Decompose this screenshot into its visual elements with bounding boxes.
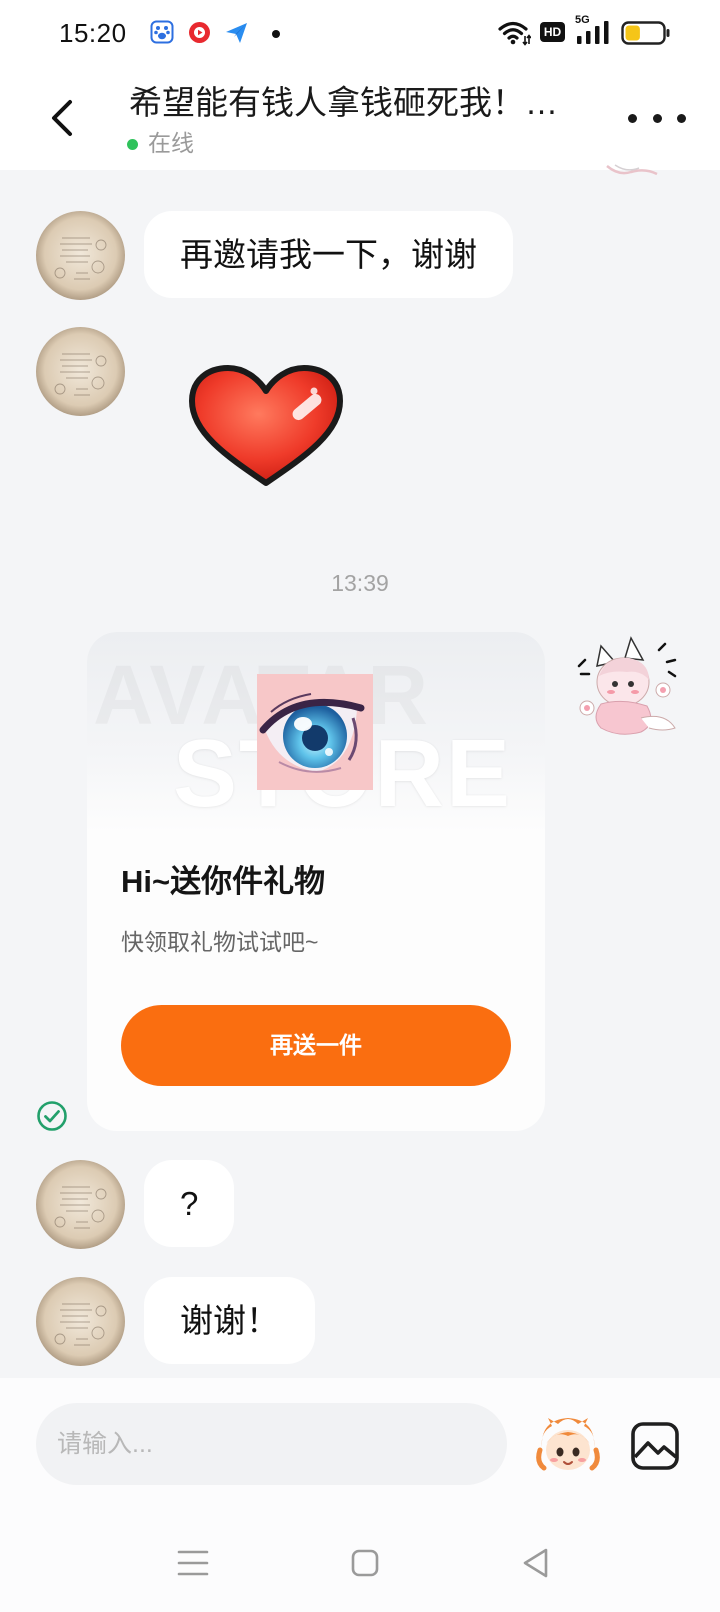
message-bubble[interactable]: ? (144, 1160, 235, 1247)
battery-icon (621, 21, 670, 45)
avatar-image (36, 1160, 125, 1249)
partial-sticker (606, 164, 658, 176)
red-video-app-icon (189, 22, 210, 43)
contact-avatar[interactable] (36, 327, 125, 416)
online-status-text: 在线 (148, 130, 194, 156)
online-status-dot (127, 139, 138, 150)
back-triangle-icon[interactable] (521, 1547, 551, 1579)
chat-title: 希望能有钱人拿钱砸死我！… (129, 84, 558, 121)
gift-subtitle: 快领取礼物试试吧~ (121, 929, 319, 955)
message-timestamp: 13:39 (331, 570, 389, 596)
send-another-gift-button[interactable]: 再送一件 (121, 1005, 511, 1086)
contact-avatar[interactable] (36, 1277, 125, 1366)
more-button[interactable] (628, 104, 686, 132)
signal-icon (577, 21, 609, 44)
sent-check-icon (37, 1101, 67, 1131)
battery-fill (625, 25, 640, 41)
back-button[interactable] (44, 98, 84, 138)
message-bubble[interactable]: 谢谢！ (144, 1277, 315, 1364)
input-placeholder: 请输入... (57, 1430, 153, 1458)
baidu-app-icon (150, 20, 174, 44)
message-bubble[interactable]: 再邀请我一下，谢谢 (144, 211, 513, 298)
anime-emoji-icon[interactable] (534, 1410, 602, 1478)
menu-icon[interactable] (176, 1548, 210, 1578)
paper-plane-app-icon (226, 23, 247, 43)
red-heart-sticker[interactable] (186, 363, 346, 489)
anime-eye-image (257, 674, 373, 790)
image-icon[interactable] (630, 1421, 680, 1471)
dot-icon (272, 30, 280, 38)
gift-title: Hi~送你件礼物 (121, 864, 326, 899)
hd-badge: HD (540, 22, 565, 42)
wifi-icon (498, 21, 531, 46)
contact-avatar[interactable] (36, 211, 125, 300)
chevron-left-icon (52, 100, 72, 136)
gift-card[interactable]: AVATAR STORE Hi~送你件礼物 快领取礼物试试吧~ 再送一件 (87, 632, 545, 1131)
avatar-image (36, 1277, 125, 1366)
message-input[interactable]: 请输入... (36, 1403, 507, 1485)
status-time: 15:20 (59, 18, 127, 48)
avatar-image (36, 211, 125, 300)
gift-banner: AVATAR STORE (87, 632, 545, 832)
more-dots-icon (628, 113, 637, 123)
avatar-image (36, 327, 125, 416)
anime-girl-sticker[interactable] (571, 632, 684, 745)
home-square-icon[interactable] (351, 1549, 379, 1577)
contact-avatar[interactable] (36, 1160, 125, 1249)
top-bar: 15:20 HD 5G 希望能有钱人拿钱砸死我！… 在线 (0, 0, 720, 170)
